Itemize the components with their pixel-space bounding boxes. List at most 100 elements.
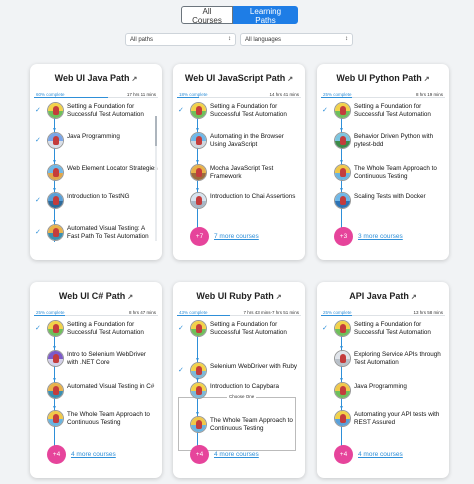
course-name[interactable]: The Whole Team Approach to Continuous Te… [67,411,158,427]
path-card-web-ui-java: Web UI Java Path ↗ 60% complete 17 hrs 11 m… [30,64,162,260]
course-name[interactable]: The Whole Team Approach to Continuous Te… [354,165,445,181]
course-item[interactable]: ▼ The Whole Team Approach to Continuous T… [30,405,158,428]
course-item[interactable]: ✓ Setting a Foundation for Successful Tes… [317,102,445,120]
all-courses-button[interactable]: All Courses [181,6,233,25]
paths-select[interactable]: All paths ↕ [125,33,236,46]
external-link-icon[interactable]: ↗ [132,76,138,83]
check-icon: ✓ [35,325,41,332]
course-name[interactable]: Java Programming [354,383,445,391]
course-item[interactable]: ▼ Automating in the Browser Using JavaScr… [173,127,301,150]
more-count-badge[interactable]: +4 [190,445,209,464]
course-name[interactable]: Setting a Foundation for Successful Test… [354,321,445,337]
languages-select[interactable]: All languages ↕ [240,33,353,46]
course-badge-icon [47,102,64,119]
course-name[interactable]: Scaling Tests with Docker [354,193,445,201]
course-item[interactable]: ▼ Intro to Selenium WebDriver with .NET C… [30,345,158,368]
course-name[interactable]: Web Element Locator Strategies [67,165,158,173]
course-badge-icon [190,416,207,433]
path-title-text[interactable]: Web UI JavaScript Path [185,73,285,83]
course-item[interactable]: ▼ Scaling Tests with Docker [317,187,445,210]
external-link-icon[interactable]: ↗ [424,76,430,83]
path-title-text[interactable]: Web UI C# Path [59,291,125,301]
course-item[interactable]: ✓ Setting a Foundation for Successful Tes… [173,320,301,338]
course-name[interactable]: Mocha JavaScript Test Framework [210,165,301,181]
check-icon: ✓ [178,325,184,332]
course-item[interactable]: ✓ Setting a Foundation for Successful Tes… [173,102,301,120]
course-item[interactable]: ▼ Exploring Service APIs through Test Aut… [317,345,445,368]
course-badge-icon [47,192,64,209]
course-item[interactable]: ✓ Setting a Foundation for Successful Tes… [317,320,445,338]
course-item[interactable]: ▼ Mocha JavaScript Test Framework [173,159,301,182]
external-link-icon[interactable]: ↗ [287,76,293,83]
scrollbar-thumb[interactable] [155,116,157,146]
course-item[interactable]: ✓ Setting a Foundation for Successful Tes… [30,102,158,120]
course-name[interactable]: Automated Visual Testing: A Fast Path To… [67,225,158,241]
languages-select-value: All languages [245,37,282,43]
course-item[interactable]: ✓ ▼ Selenium WebDriver with Ruby [173,357,301,380]
course-name[interactable]: Behavior Driven Python with pytest-bdd [354,133,445,149]
external-link-icon[interactable]: ↗ [127,294,133,301]
external-link-icon[interactable]: ↗ [276,294,282,301]
more-courses-link[interactable]: 4 more courses [71,451,116,458]
course-item[interactable]: ▼ Behavior Driven Python with pytest-bdd [317,127,445,150]
course-item[interactable]: ▼ Automating your API tests with REST Ass… [317,405,445,428]
course-badge-icon [334,382,351,399]
more-count-badge[interactable]: +3 [334,227,353,246]
path-title[interactable]: Web UI JavaScript Path ↗ [173,73,305,83]
course-item[interactable]: ✓ ▼ Automated Visual Testing: A Fast Path … [30,219,158,242]
progress-bar-fill [321,315,352,316]
course-name[interactable]: Introduction to TestNG [67,193,158,201]
course-name[interactable]: Automating your API tests with REST Assu… [354,411,445,427]
scrollbar[interactable] [155,116,157,241]
course-item[interactable]: ✓ ▼ Java Programming [30,127,158,150]
course-name[interactable]: Java Programming [67,133,158,141]
course-item[interactable]: ▼ The Whole Team Approach to Continuous T… [317,159,445,182]
course-item[interactable]: ▼ Introduction to Chai Assertions [173,187,301,210]
external-link-icon[interactable]: ↗ [411,294,417,301]
course-name[interactable]: Exploring Service APIs through Test Auto… [354,351,445,367]
more-count-badge[interactable]: +4 [47,445,66,464]
course-name[interactable]: Introduction to Chai Assertions [210,193,301,201]
more-count-badge[interactable]: +7 [190,227,209,246]
course-name[interactable]: Setting a Foundation for Successful Test… [67,103,158,119]
course-badge-icon [47,320,64,337]
course-badge-icon [190,132,207,149]
course-badge-icon [334,102,351,119]
learning-paths-button[interactable]: Learning Paths [233,6,298,25]
path-title-text[interactable]: API Java Path [349,291,409,301]
course-name[interactable]: Selenium WebDriver with Ruby [210,363,301,371]
path-title[interactable]: Web UI Ruby Path ↗ [173,291,305,301]
course-item[interactable]: ✓ Setting a Foundation for Successful Tes… [30,320,158,338]
more-courses-link[interactable]: 4 more courses [214,451,259,458]
course-item[interactable]: ▼ Java Programming [317,377,445,400]
course-name[interactable]: The Whole Team Approach to Continuous Te… [210,417,301,433]
course-name[interactable]: Introduction to Capybara [210,383,301,391]
path-title[interactable]: Web UI Java Path ↗ [30,73,162,83]
course-name[interactable]: Setting a Foundation for Successful Test… [67,321,158,337]
path-title-text[interactable]: Web UI Ruby Path [196,291,273,301]
course-name[interactable]: Automating in the Browser Using JavaScri… [210,133,301,149]
course-name[interactable]: Intro to Selenium WebDriver with .NET Co… [67,351,158,367]
path-title[interactable]: Web UI C# Path ↗ [30,291,162,301]
course-item[interactable]: ▼ Introduction to Capybara [173,377,301,400]
check-icon: ✓ [322,107,328,114]
more-courses-link[interactable]: 7 more courses [214,233,259,240]
path-title-text[interactable]: Web UI Java Path [55,73,130,83]
more-courses-link[interactable]: 4 more courses [358,451,403,458]
course-name[interactable]: Setting a Foundation for Successful Test… [210,321,301,337]
course-item[interactable]: ✓ ▼ Introduction to TestNG [30,187,158,210]
more-count-badge[interactable]: +4 [334,445,353,464]
course-name[interactable]: Automated Visual Testing in C# [67,383,158,391]
more-courses-link[interactable]: 3 more courses [358,233,403,240]
path-title[interactable]: Web UI Python Path ↗ [317,73,449,83]
course-badge-icon [334,410,351,427]
course-item[interactable]: ▼ Web Element Locator Strategies [30,159,158,182]
course-item[interactable]: ▼ Automated Visual Testing in C# [30,377,158,400]
course-name[interactable]: Setting a Foundation for Successful Test… [354,103,445,119]
check-icon: ✓ [178,367,184,374]
path-title[interactable]: API Java Path ↗ [317,291,449,301]
course-badge-icon [47,382,64,399]
course-item[interactable]: ▼ The Whole Team Approach to Continuous T… [173,411,301,434]
course-name[interactable]: Setting a Foundation for Successful Test… [210,103,301,119]
path-title-text[interactable]: Web UI Python Path [336,73,421,83]
